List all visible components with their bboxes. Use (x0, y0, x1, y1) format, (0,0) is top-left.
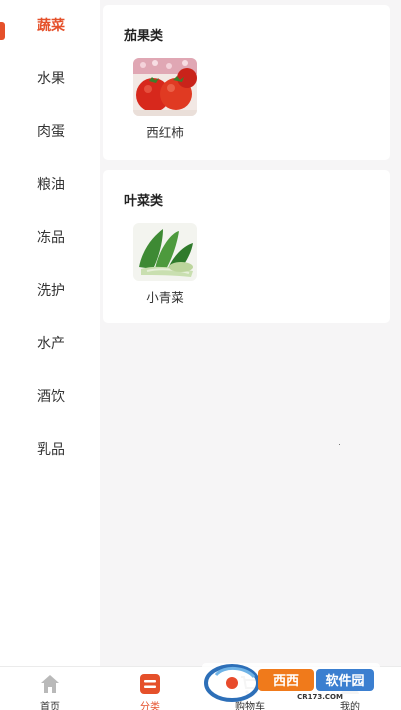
svg-text:西西: 西西 (273, 674, 299, 689)
product-tomato[interactable]: 西红柿 (133, 58, 197, 141)
tab-label: 分类 (140, 702, 160, 710)
category-card-leafy: 叶菜类 小青菜 (103, 170, 390, 323)
svg-text:软件园: 软件园 (325, 673, 364, 689)
tomato-image (133, 58, 197, 116)
svg-text:CR173.COM: CR173.COM (297, 693, 343, 701)
sidebar-item-toiletries[interactable]: 洗护 (0, 265, 100, 318)
category-card-solanaceous: 茄果类 西红柿 (103, 5, 390, 160)
sidebar-item-frozen[interactable]: 冻品 (0, 212, 100, 265)
category-title: 茄果类 (124, 29, 164, 44)
sidebar-item-seafood[interactable]: 水产 (0, 318, 100, 371)
category-content: 茄果类 西红柿 叶菜类 小青菜 (101, 0, 401, 666)
category-sidebar: 蔬菜 水果 肉蛋 粮油 冻品 洗护 水产 酒饮 乳品 (0, 0, 100, 666)
sidebar-item-vegetables[interactable]: 蔬菜 (0, 0, 100, 53)
category-icon (140, 674, 160, 694)
sidebar-item-fruits[interactable]: 水果 (0, 53, 100, 106)
tab-category[interactable]: 分类 (110, 667, 190, 710)
sidebar-item-drinks[interactable]: 酒饮 (0, 371, 100, 424)
sidebar-item-dairy[interactable]: 乳品 (0, 424, 100, 477)
home-icon (41, 675, 59, 693)
bok-choy-image (133, 223, 197, 281)
product-name: 小青菜 (146, 290, 184, 305)
product-bok-choy[interactable]: 小青菜 (133, 223, 197, 306)
category-title: 叶菜类 (124, 194, 164, 209)
sidebar-item-grain-oil[interactable]: 粮油 (0, 159, 100, 212)
sidebar-item-meat-eggs[interactable]: 肉蛋 (0, 106, 100, 159)
tab-label: 首页 (40, 702, 60, 710)
product-name: 西红柿 (146, 125, 184, 140)
cr173-watermark-logo: 西西 软件园 CR173.COM (202, 663, 380, 702)
stray-dot (339, 444, 340, 445)
tab-home[interactable]: 首页 (10, 667, 90, 710)
